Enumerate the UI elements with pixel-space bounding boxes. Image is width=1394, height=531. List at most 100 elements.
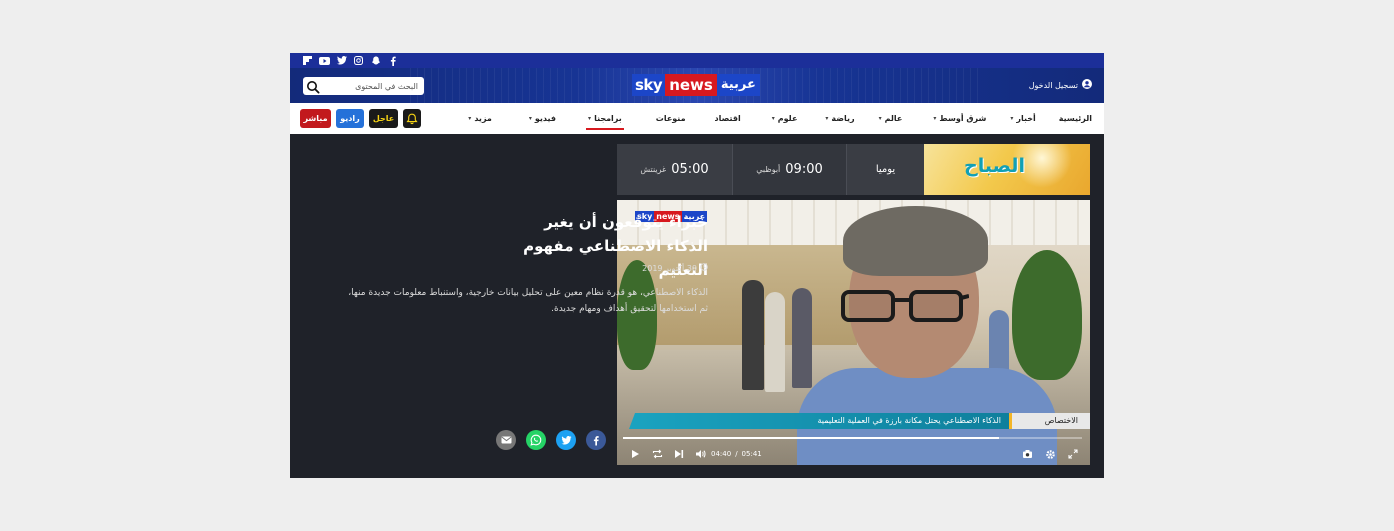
nav-item-label: منوعات	[655, 114, 686, 123]
video-caption-main: الذكاء الاصطناعي يحتل مكانة بارزة في الع…	[629, 413, 1009, 429]
breaking-button[interactable]: عاجل	[369, 109, 398, 128]
share-email-button[interactable]	[496, 430, 516, 450]
login-link[interactable]: تسجيل الدخول	[1029, 79, 1092, 91]
nav-item-label: برامجنا	[594, 114, 622, 123]
chevron-down-icon: ▾	[771, 115, 775, 122]
snapchat-icon[interactable]	[370, 55, 381, 66]
youtube-icon[interactable]	[319, 55, 330, 66]
volume-icon[interactable]	[694, 448, 706, 460]
nav-item-label: عالم	[884, 114, 903, 123]
schedule-frequency: يوميا	[847, 144, 924, 195]
chevron-down-icon: ▾	[933, 115, 937, 122]
site-logo[interactable]: sky news عربية	[632, 74, 760, 96]
video-progress-fill	[623, 437, 1000, 439]
video-caption-text: الذكاء الاصطناعي يحتل مكانة بارزة في الع…	[817, 416, 1001, 425]
nav-item-label: علوم	[777, 114, 798, 123]
gmt-label: غرينتش	[640, 165, 667, 174]
logo-news: news	[665, 74, 717, 96]
schedule-gmt: 05:00 غرينتش	[617, 144, 732, 195]
loop-icon[interactable]	[651, 448, 663, 460]
video-time-separator: /	[735, 450, 738, 458]
video-scene-person	[765, 292, 785, 392]
live-button[interactable]: مباشر	[300, 109, 331, 128]
user-icon	[1082, 79, 1092, 91]
nav-item-label: شرق أوسط	[939, 114, 987, 123]
share-buttons	[496, 430, 606, 450]
nav-item[interactable]: الرئيسية	[1059, 103, 1092, 134]
email-icon	[500, 436, 512, 444]
twitter-icon	[561, 435, 571, 444]
bell-icon	[406, 113, 418, 124]
nav-item[interactable]: فيديو ▾	[529, 103, 556, 134]
video-progress-bar[interactable]	[623, 437, 1082, 439]
share-twitter-button[interactable]	[556, 430, 576, 450]
nav-item-label: مزيد	[474, 114, 492, 123]
main-nav: الرئيسية أخبار ▾ شرق أوسط ▾ عالم ▾ رياضة ▾ علوم ▾ ا…	[290, 103, 1104, 134]
program-logo-text: الصباح	[964, 155, 1025, 177]
clock-icon	[700, 263, 708, 273]
video-scene-glasses	[841, 290, 969, 322]
chevron-down-icon: ▾	[588, 115, 592, 122]
camera-icon[interactable]	[1021, 448, 1033, 460]
video-controls: 04:40 / 05:41	[617, 445, 1090, 463]
video-duration: 05:41	[741, 450, 762, 458]
fullscreen-icon[interactable]	[1067, 448, 1079, 460]
flipboard-icon[interactable]	[302, 55, 313, 66]
header-banner: sky news عربية تسجيل الدخول	[290, 68, 1104, 103]
nav-item[interactable]: برامجنا ▾	[586, 103, 624, 134]
chevron-down-icon: ▾	[528, 115, 532, 122]
nav-item[interactable]: اقتصاد	[715, 103, 741, 134]
radio-button[interactable]: راديو	[336, 109, 364, 128]
video-scene-plant	[1012, 250, 1082, 380]
page-frame: sky news عربية تسجيل الدخول الرئيسية أخبا…	[290, 53, 1104, 478]
nav-item[interactable]: شرق أوسط ▾	[933, 103, 986, 134]
search-input[interactable]	[321, 77, 421, 95]
nav-item-label: الرئيسية	[1058, 114, 1092, 123]
chevron-down-icon: ▾	[878, 115, 882, 122]
social-strip	[290, 53, 1104, 68]
login-label: تسجيل الدخول	[1028, 80, 1078, 90]
nav-item-label: اقتصاد	[714, 114, 741, 123]
video-scene-person	[792, 288, 812, 388]
nav-item[interactable]: أخبار ▾	[1010, 103, 1035, 134]
video-caption-label: الاختصاص	[1009, 413, 1090, 429]
nav-item[interactable]: عالم ▾	[879, 103, 903, 134]
nav-items: الرئيسية أخبار ▾ شرق أوسط ▾ عالم ▾ رياضة ▾ علوم ▾ ا…	[468, 103, 1092, 134]
chevron-down-icon: ▾	[825, 115, 829, 122]
facebook-icon[interactable]	[387, 55, 398, 66]
notification-bell-button[interactable]	[403, 109, 421, 128]
nav-item-label: أخبار	[1016, 114, 1036, 123]
logo-sky: sky	[632, 74, 666, 96]
nav-item[interactable]: علوم ▾	[772, 103, 798, 134]
nav-item[interactable]: رياضة ▾	[825, 103, 854, 134]
nav-buttons: مباشر راديو عاجل	[300, 109, 421, 128]
article-date-row: 30 أكتوبر 2019	[642, 263, 708, 273]
article-summary: الذكاء الاصطناعي، هو قدرة نظام معين على …	[348, 288, 708, 314]
schedule-frequency-label: يوميا	[875, 164, 896, 175]
whatsapp-icon	[530, 434, 542, 446]
instagram-icon[interactable]	[353, 55, 364, 66]
schedule-abu-dhabi: 09:00 أبوظبي	[732, 144, 847, 195]
video-time-readout: 04:40 / 05:41	[711, 448, 762, 460]
search-icon[interactable]	[306, 79, 320, 94]
chevron-down-icon: ▾	[1010, 115, 1014, 122]
video-caption-bar: الذكاء الاصطناعي يحتل مكانة بارزة في الع…	[629, 413, 1090, 429]
gmt-time: 05:00	[671, 162, 709, 177]
abu-dhabi-time: 09:00	[785, 162, 823, 177]
share-whatsapp-button[interactable]	[526, 430, 546, 450]
video-scene-man-hair	[843, 206, 988, 276]
nav-item[interactable]: منوعات	[656, 103, 686, 134]
next-icon[interactable]	[673, 448, 685, 460]
settings-gear-icon[interactable]	[1044, 448, 1056, 460]
share-facebook-button[interactable]	[586, 430, 606, 450]
play-icon[interactable]	[629, 448, 641, 460]
twitter-icon[interactable]	[336, 55, 347, 66]
video-scene-person	[742, 280, 764, 390]
article-date: 30 أكتوبر 2019	[642, 263, 697, 273]
nav-item[interactable]: مزيد ▾	[468, 103, 492, 134]
program-schedule: الصباح يوميا 09:00 أبوظبي 05:00 غرينتش	[617, 144, 1090, 195]
program-logo[interactable]: الصباح	[924, 144, 1090, 195]
video-current-time: 04:40	[711, 450, 732, 458]
nav-item-label: رياضة	[831, 114, 855, 123]
facebook-icon	[593, 435, 599, 445]
